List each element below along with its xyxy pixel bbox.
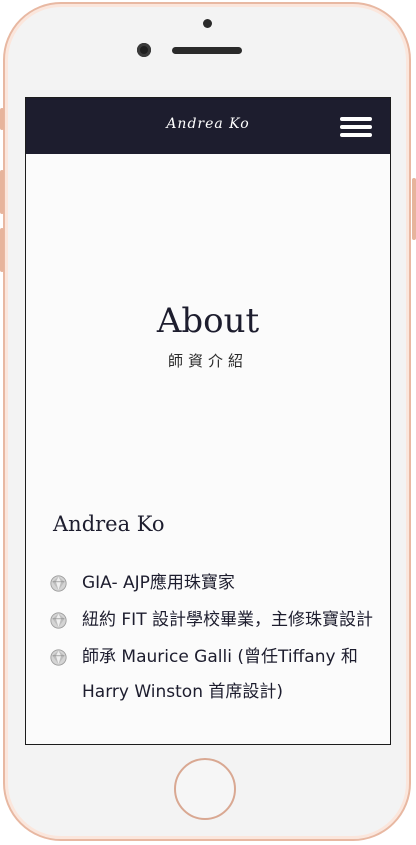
volume-down-button [0,228,4,272]
proximity-sensor [203,19,212,28]
power-button [412,178,416,240]
home-button[interactable] [174,758,236,820]
site-logo[interactable]: Andrea Ko [26,116,390,132]
screen: Andrea Ko About 師資介紹 Andrea Ko GIA- AJP應… [25,97,391,745]
list-item-text: 師承 Maurice Galli (曾任Tiffany 和 Harry Wins… [82,647,358,702]
silent-switch [0,108,4,130]
list-item: 師承 Maurice Galli (曾任Tiffany 和 Harry Wins… [48,640,378,710]
page-title: About [156,301,260,341]
list-item: GIA- AJP應用珠寶家 [48,566,378,601]
earpiece-speaker [172,47,242,54]
volume-up-button [0,170,4,214]
list-item: 紐約 FIT 設計學校畢業，主修珠寶設計 [48,603,378,638]
gem-icon [50,612,67,629]
front-camera [137,43,151,57]
page-subtitle: 師資介紹 [167,352,248,370]
list-item-text: GIA- AJP應用珠寶家 [82,573,235,593]
credentials-list: GIA- AJP應用珠寶家 紐約 FIT 設計學校畢業，主修珠寶設計 師承 Ma… [48,566,378,712]
gem-icon [50,575,67,592]
navbar: Andrea Ko [26,98,390,154]
gem-icon [50,649,67,666]
teacher-name: Andrea Ko [53,512,165,536]
list-item-text: 紐約 FIT 設計學校畢業，主修珠寶設計 [82,610,373,630]
hamburger-menu-icon[interactable] [340,117,372,137]
